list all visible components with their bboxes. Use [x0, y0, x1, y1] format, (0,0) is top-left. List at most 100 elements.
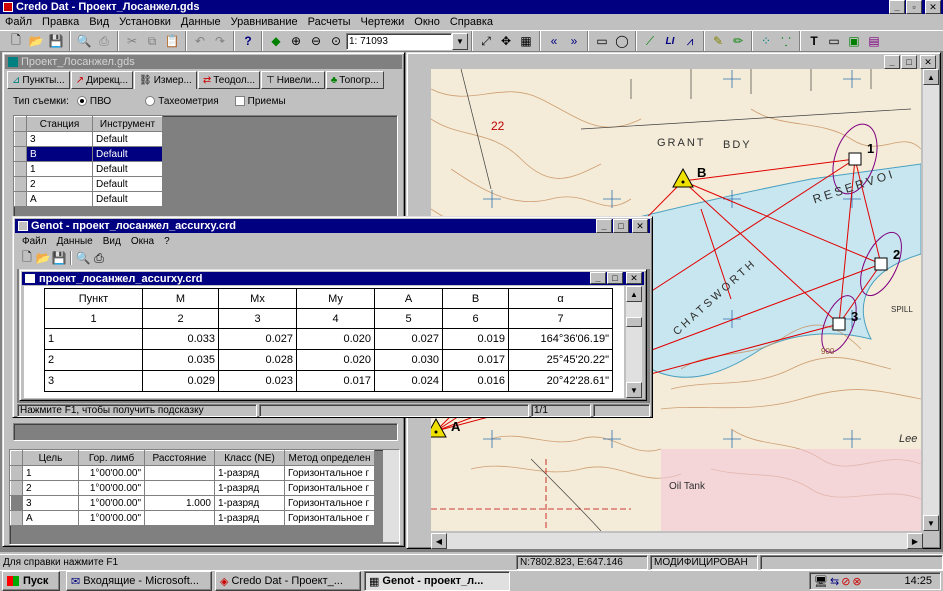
instrument-cell[interactable]: Default	[92, 146, 163, 162]
menu-adjustment[interactable]: Уравнивание	[226, 16, 303, 28]
open-folder-icon[interactable]: 📂	[26, 31, 46, 51]
genot-menu-data[interactable]: Данные	[52, 236, 98, 247]
col-distance[interactable]: Расстояние	[144, 450, 215, 466]
genot-maximize-button[interactable]: □	[613, 219, 629, 233]
col-hz-circle[interactable]: Гор. лимб	[78, 450, 145, 466]
grid-icon[interactable]: ▦	[516, 31, 536, 51]
table-row[interactable]: 2 1°00'00.00" 1-разряд Горизонтальное г	[10, 480, 375, 496]
table-row[interactable]: 3 0.029 0.023 0.017 0.024 0.016 20°42'28…	[44, 370, 613, 392]
copy-icon[interactable]: ⧉	[142, 31, 162, 51]
back-icon[interactable]: «	[544, 31, 564, 51]
undo-icon[interactable]: ↶	[190, 31, 210, 51]
pan-icon[interactable]: ✥	[496, 31, 516, 51]
table-row[interactable]: 2 Default	[14, 176, 163, 192]
polyline-icon[interactable]: ⩘	[680, 31, 700, 51]
tab-topography[interactable]: ♣ Топогр...	[325, 71, 384, 89]
accuracy-maximize-button[interactable]: □	[607, 272, 623, 284]
instrument-cell[interactable]: Default	[92, 191, 163, 207]
station-cell[interactable]: A	[26, 191, 93, 207]
zoom-in-icon[interactable]: ⊕	[286, 31, 306, 51]
genot-menu-help[interactable]: ?	[159, 236, 175, 247]
start-button[interactable]: Пуск	[2, 571, 60, 591]
volume-icon[interactable]: ⊗	[852, 575, 861, 588]
col-class[interactable]: Класс (NE)	[214, 450, 285, 466]
paste-icon[interactable]: 📋	[162, 31, 182, 51]
map-layers-icon[interactable]: ◆	[266, 31, 286, 51]
forward-icon[interactable]: »	[564, 31, 584, 51]
radio-tacheometry[interactable]: Тахеометрия	[145, 96, 219, 107]
menu-help[interactable]: Справка	[445, 16, 498, 28]
minimize-button[interactable]: _	[889, 0, 905, 14]
tab-measurements[interactable]: ⛓ Измер...	[134, 71, 197, 89]
col-method[interactable]: Метод определен	[284, 450, 375, 466]
zoom-window-icon[interactable]: ⊙	[326, 31, 346, 51]
col-m[interactable]: M	[142, 288, 219, 309]
map-horizontal-scrollbar[interactable]: ◀ ▶	[431, 533, 923, 549]
genot-open-icon[interactable]: 📂	[35, 250, 51, 266]
genot-minimize-button[interactable]: _	[596, 219, 612, 233]
table-row[interactable]: A Default	[14, 191, 163, 207]
col-target[interactable]: Цель	[22, 450, 79, 466]
menu-file[interactable]: Файл	[0, 16, 37, 28]
menu-window[interactable]: Окно	[409, 16, 445, 28]
frame-icon[interactable]: ▭	[824, 31, 844, 51]
table-row[interactable]: 3 Default	[14, 131, 163, 147]
instrument-cell[interactable]: Default	[92, 161, 163, 177]
tab-directions[interactable]: ↗ Дирекц...	[70, 71, 134, 89]
accuracy-close-button[interactable]: ✕	[626, 272, 642, 284]
table-row[interactable]: 2 0.035 0.028 0.020 0.030 0.017 25°45'20…	[44, 349, 613, 371]
genot-save-icon[interactable]: 💾	[51, 250, 67, 266]
zoom-extents-icon[interactable]: ⤢	[476, 31, 496, 51]
genot-close-button[interactable]: ✕	[632, 219, 648, 233]
menu-data[interactable]: Данные	[176, 16, 226, 28]
genot-menu-view[interactable]: Вид	[98, 236, 126, 247]
observations-scrollbar[interactable]	[383, 450, 399, 542]
scale-combo[interactable]	[346, 32, 452, 50]
lasso-select-icon[interactable]: ◯	[612, 31, 632, 51]
cut-icon[interactable]: ✂	[122, 31, 142, 51]
pencil-icon[interactable]: ✏	[728, 31, 748, 51]
taskbar-item-credo[interactable]: ◈ Credo Dat - Проект_...	[215, 571, 361, 591]
help-icon[interactable]: ?	[238, 31, 258, 51]
instrument-cell[interactable]: Default	[92, 176, 163, 192]
menu-drawings[interactable]: Чертежи	[356, 16, 410, 28]
menu-view[interactable]: Вид	[84, 16, 114, 28]
close-button[interactable]: ✕	[925, 0, 941, 14]
nodes-icon[interactable]: ⁘	[756, 31, 776, 51]
table-row-selected[interactable]: B Default	[14, 146, 163, 162]
col-b[interactable]: B	[442, 288, 509, 309]
layout-icon[interactable]: ▤	[864, 31, 884, 51]
print-preview-icon[interactable]: 🔍	[74, 31, 94, 51]
col-station[interactable]: Станция	[26, 116, 93, 132]
save-icon[interactable]: 💾	[46, 31, 66, 51]
li-tool-icon[interactable]: LI	[660, 31, 680, 51]
tab-theodolite[interactable]: ⇄ Теодол...	[197, 71, 261, 89]
zoom-out-icon[interactable]: ⊖	[306, 31, 326, 51]
rect-select-icon[interactable]: ▭	[592, 31, 612, 51]
checkbox-methods[interactable]: Приемы	[234, 96, 286, 107]
radio-pvo[interactable]: ПВО	[76, 96, 111, 107]
menu-settings[interactable]: Установки	[114, 16, 176, 28]
genot-menu-file[interactable]: Файл	[17, 236, 52, 247]
map-maximize-button[interactable]: □	[901, 55, 917, 69]
genot-preview-icon[interactable]: 🔍	[75, 250, 91, 266]
menu-calculations[interactable]: Расчеты	[303, 16, 356, 28]
antivirus-icon[interactable]: ⊘	[841, 575, 850, 588]
genot-menu-windows[interactable]: Окна	[126, 236, 159, 247]
table-row[interactable]: 3 1°00'00.00" 1.000 1-разряд Горизонталь…	[10, 495, 375, 511]
station-cell[interactable]: 1	[26, 161, 93, 177]
monitor-icon[interactable]: 🖥	[814, 575, 828, 588]
text-tool-icon[interactable]: T	[804, 31, 824, 51]
scale-dropdown-icon[interactable]: ▼	[452, 32, 468, 50]
new-file-icon[interactable]: 🗋	[6, 31, 26, 51]
print-icon[interactable]: ⎙	[94, 31, 114, 51]
edit-points-icon[interactable]: ✎	[708, 31, 728, 51]
col-alpha[interactable]: α	[508, 288, 613, 309]
col-point[interactable]: Пункт	[44, 288, 143, 309]
image-icon[interactable]: ▣	[844, 31, 864, 51]
col-my[interactable]: My	[296, 288, 375, 309]
station-cell[interactable]: 3	[26, 131, 93, 147]
station-cell[interactable]: 2	[26, 176, 93, 192]
network-icon[interactable]: ⇆	[830, 575, 839, 588]
accuracy-minimize-button[interactable]: _	[590, 272, 606, 284]
